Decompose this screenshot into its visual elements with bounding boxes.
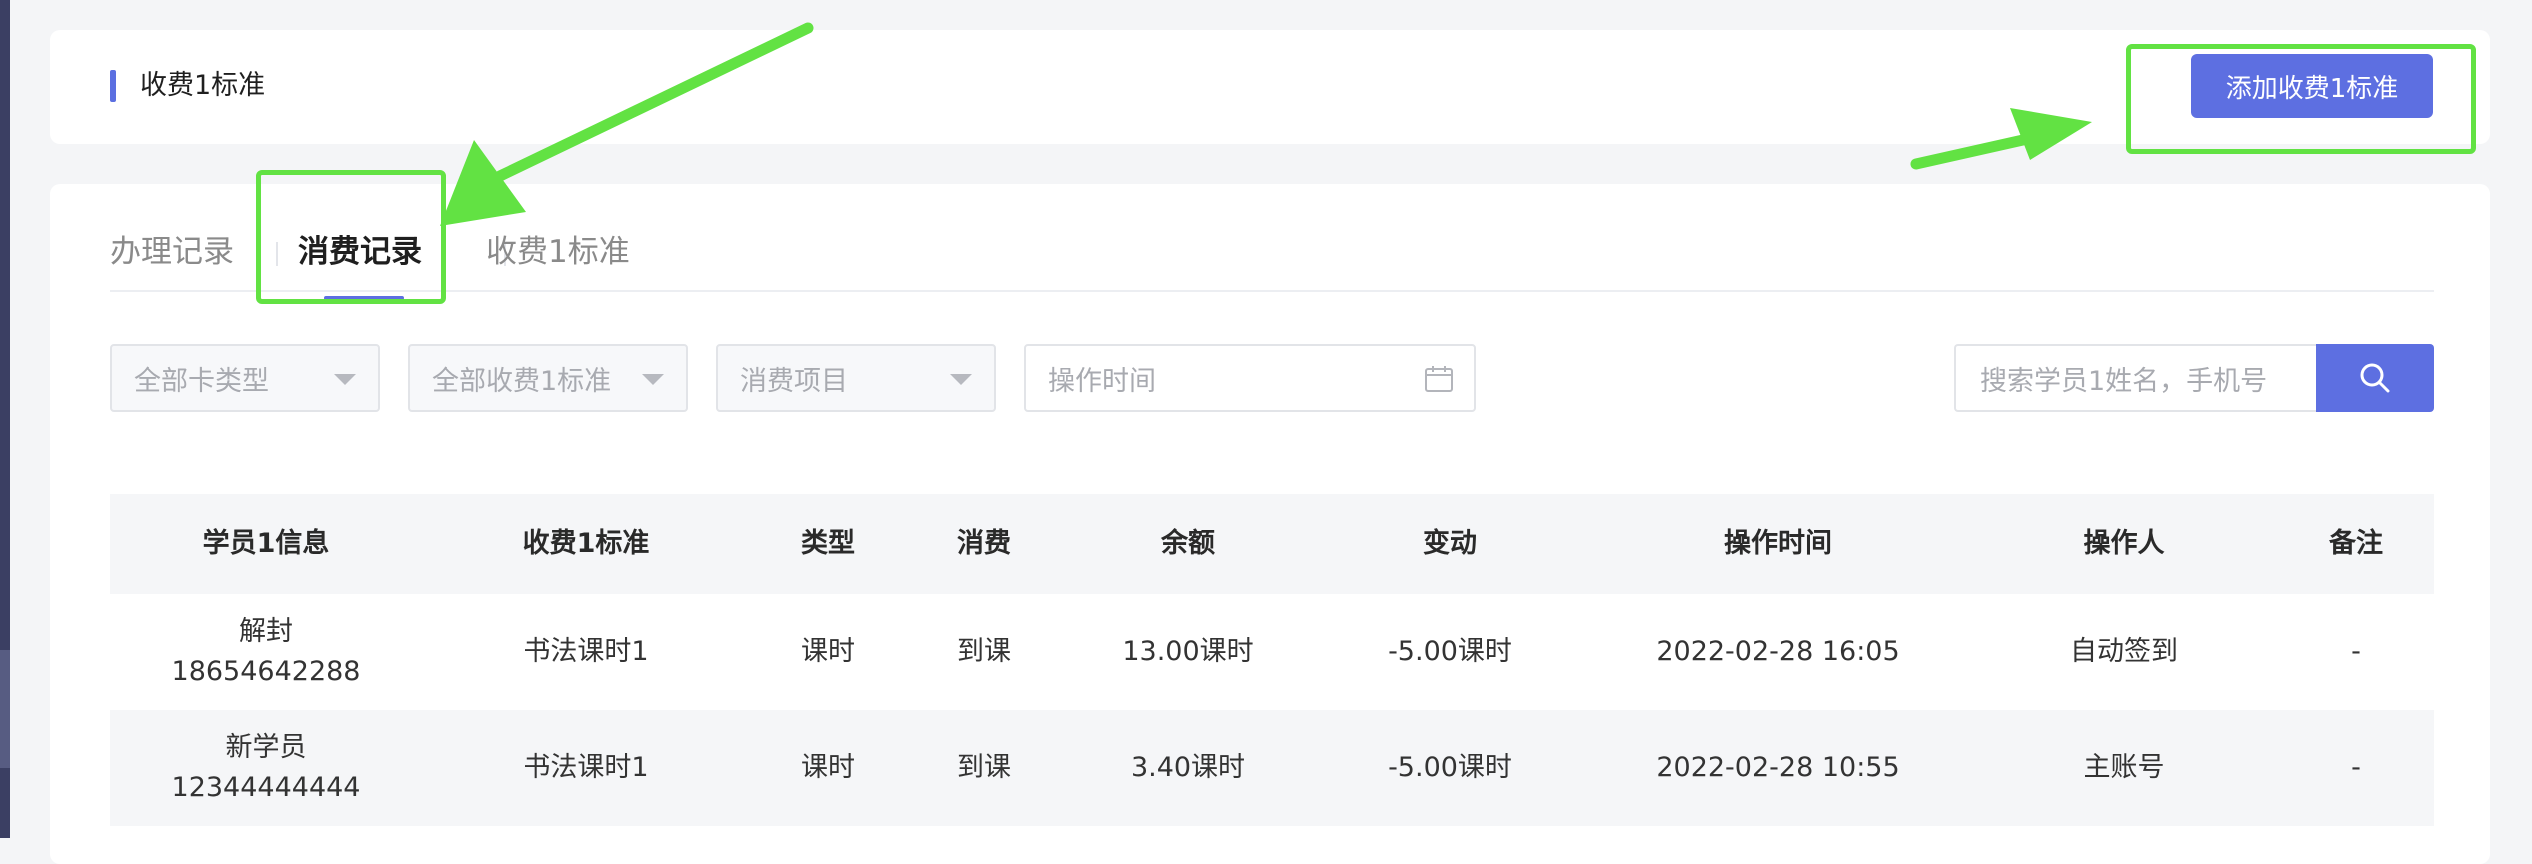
student-search-input[interactable]: 搜索学员1姓名，手机号 [1954,344,2316,412]
left-edge-strip [0,0,10,838]
tab-charge-standard[interactable]: 收费1标准 [486,228,630,276]
charge-standard-value: 全部收费1标准 [432,365,612,397]
balance-cell: 13.00课时 [1122,636,1254,667]
student-info-cell: 新学员 12344444444 [172,710,361,826]
operator-cell: 主账号 [2083,752,2165,783]
charge-standard-cell: 书法课时1 [523,752,649,783]
table-row[interactable]: 解封 18654642288 书法课时1 课时 到课 13.00课时 -5.00… [110,594,2434,710]
card-type-select[interactable]: 全部卡类型 [110,344,380,412]
column-header: 操作时间 [1724,528,1832,559]
operator-cell: 自动签到 [2070,636,2178,667]
consume-cell: 到课 [957,752,1011,783]
note-cell: - [2351,636,2361,667]
operation-time-picker[interactable]: 操作时间 [1024,344,1476,412]
chevron-down-icon [950,374,972,385]
change-cell: -5.00课时 [1388,636,1512,667]
note-cell: - [2351,752,2361,783]
highlight-box-tab [256,170,446,304]
chevron-down-icon [334,374,356,385]
tab-bar: 办理记录 消费记录 收费1标准 [110,228,2434,292]
left-edge-strip-lower [0,650,10,768]
card-type-value: 全部卡类型 [134,365,269,397]
tab-handling-records[interactable]: 办理记录 [110,228,234,276]
student-info-cell: 解封 18654642288 [172,594,361,710]
column-header: 消费 [957,528,1011,559]
highlight-box-add-button [2126,44,2476,154]
consume-item-value: 消费项目 [740,365,848,397]
student-phone: 12344444444 [171,772,361,803]
consume-item-select[interactable]: 消费项目 [716,344,996,412]
time-cell: 2022-02-28 16:05 [1656,636,1900,667]
calendar-icon [1425,366,1453,392]
column-header: 操作人 [2083,528,2165,559]
table-header-row: 学员1信息 收费1标准 类型 消费 余额 变动 操作时间 操作人 备注 [110,494,2434,594]
header-accent-bar [110,70,116,102]
operation-time-placeholder: 操作时间 [1048,365,1156,397]
type-cell: 课时 [801,636,855,667]
column-header: 变动 [1423,528,1477,559]
type-cell: 课时 [801,752,855,783]
chevron-down-icon [642,374,664,385]
search-button[interactable] [2316,344,2434,412]
column-header: 类型 [801,528,855,559]
column-header: 学员1信息 [202,528,330,559]
page-title: 收费1标准 [140,70,266,101]
column-header: 余额 [1161,528,1215,559]
balance-cell: 3.40课时 [1130,752,1246,783]
column-header: 收费1标准 [522,528,650,559]
column-header: 备注 [2329,528,2383,559]
search-icon [2360,363,2390,393]
header-card: 收费1标准 添加收费1标准 [50,30,2490,144]
charge-standard-cell: 书法课时1 [523,636,649,667]
student-name: 解封 [239,616,293,647]
change-cell: -5.00课时 [1388,752,1512,783]
table-row[interactable]: 新学员 12344444444 书法课时1 课时 到课 3.40课时 -5.00… [110,710,2434,826]
student-name: 新学员 [225,732,307,763]
student-phone: 18654642288 [171,656,361,687]
consume-cell: 到课 [957,636,1011,667]
charge-standard-select[interactable]: 全部收费1标准 [408,344,688,412]
time-cell: 2022-02-28 10:55 [1656,752,1900,783]
